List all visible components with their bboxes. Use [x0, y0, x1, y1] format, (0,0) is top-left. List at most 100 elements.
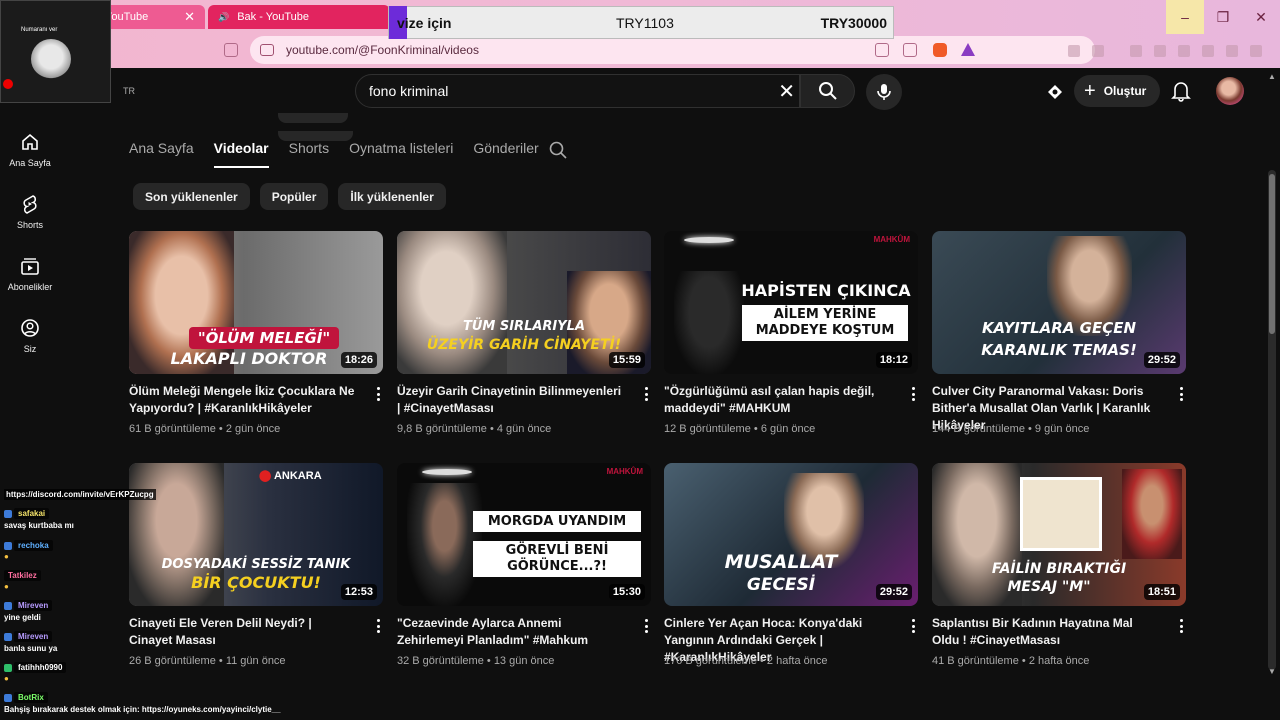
scroll-down-icon[interactable]: ▼: [1268, 667, 1276, 676]
chat-text: savaş kurtbaba mı: [4, 521, 74, 530]
badge-icon: [4, 541, 12, 550]
video-thumbnail[interactable]: MUSALLAT GECESİ 29:52: [664, 463, 918, 606]
more-options-icon[interactable]: [910, 387, 916, 401]
filter-oldest[interactable]: İlk yüklenenler: [338, 183, 446, 210]
video-thumbnail[interactable]: MAHKÛM MORGDA UYANDIM GÖREVLİ BENİ GÖRÜN…: [397, 463, 651, 606]
video-duration: 29:52: [875, 584, 912, 600]
more-options-icon[interactable]: [643, 387, 649, 401]
close-icon[interactable]: ✕: [184, 9, 195, 25]
video-card[interactable]: MUSALLAT GECESİ 29:52 Cinlere Yer Açan H…: [664, 463, 918, 667]
create-button[interactable]: + Oluştur: [1074, 75, 1161, 107]
bookmark-icon[interactable]: [224, 43, 238, 57]
search-input[interactable]: fono kriminal ✕: [355, 74, 800, 108]
extension-icon[interactable]: [1130, 45, 1142, 57]
video-age: 4 gün önce: [496, 423, 552, 435]
more-options-icon[interactable]: [375, 619, 381, 633]
video-card[interactable]: "ÖLÜM MELEĞİ" LAKAPLI DOKTOR 18:26 Ölüm …: [129, 231, 383, 435]
halo-shape: [684, 237, 734, 243]
create-ai-button[interactable]: [1043, 80, 1067, 104]
search-icon: [549, 141, 567, 159]
extension-icon[interactable]: [1202, 45, 1214, 57]
video-age: 6 gün önce: [760, 423, 816, 435]
extension-icon[interactable]: [1250, 45, 1262, 57]
speaker-icon[interactable]: 🔊: [218, 12, 229, 23]
more-options-icon[interactable]: [643, 619, 649, 633]
minimize-icon[interactable]: –: [1166, 0, 1204, 34]
extension-icon[interactable]: [1226, 45, 1238, 57]
video-duration: 18:12: [875, 352, 912, 368]
video-age: 13 gün önce: [493, 655, 555, 667]
more-options-icon[interactable]: [1178, 619, 1184, 633]
close-window-icon[interactable]: ✕: [1242, 0, 1280, 34]
site-info-icon[interactable]: [260, 44, 274, 56]
badge-icon: [4, 509, 12, 518]
notifications-button[interactable]: [1168, 78, 1194, 104]
shorts-icon: [23, 195, 37, 214]
video-thumbnail[interactable]: "ÖLÜM MELEĞİ" LAKAPLI DOKTOR 18:26: [129, 231, 383, 374]
sidebar-item-subscriptions[interactable]: Abonelikler: [0, 256, 60, 292]
video-card[interactable]: TÜM SIRLARIYLA ÜZEYİR GARİH CİNAYETİ! 15…: [397, 231, 651, 435]
chat-text: banla sunu ya: [4, 644, 58, 653]
video-card[interactable]: KAYITLARA GEÇEN KARANLIK TEMAS! 29:52 Cu…: [932, 231, 1186, 435]
video-age: 2 hafta önce: [766, 655, 828, 667]
sidebar-item-you[interactable]: Siz: [0, 318, 60, 354]
channel-search-button[interactable]: [548, 140, 568, 165]
video-meta: 170 B görüntüleme • 2 hafta önce: [664, 655, 828, 667]
video-thumbnail[interactable]: TÜM SIRLARIYLA ÜZEYİR GARİH CİNAYETİ! 15…: [397, 231, 651, 374]
channel-badge: MAHKÛM: [873, 235, 910, 244]
emote-icon: ●: [4, 674, 9, 683]
cast-icon[interactable]: [875, 43, 889, 57]
rewards-icon[interactable]: [961, 43, 975, 56]
video-thumbnail[interactable]: MAHKÛM HAPİSTEN ÇIKINCA AİLEM YERİNE MAD…: [664, 231, 918, 374]
video-title[interactable]: "Özgürlüğümü asıl çalan hapis değil, mad…: [664, 383, 892, 417]
video-duration: 12:53: [340, 584, 377, 600]
video-title[interactable]: "Cezaevinde Aylarca Annemi Zehirlemeyi P…: [397, 615, 625, 649]
video-title[interactable]: Ölüm Meleği Mengele İkiz Çocuklara Ne Ya…: [129, 383, 357, 417]
sidebar-item-shorts[interactable]: Shorts: [0, 194, 60, 230]
more-options-icon[interactable]: [375, 387, 381, 401]
scrollbar-thumb[interactable]: [1269, 174, 1275, 334]
clear-search-icon[interactable]: ✕: [778, 79, 795, 104]
extension-icon[interactable]: [1068, 45, 1080, 57]
avatar[interactable]: [1216, 77, 1244, 105]
more-options-icon[interactable]: [1178, 387, 1184, 401]
chat-message: rechoka: [4, 540, 53, 551]
filter-popular[interactable]: Popüler: [259, 183, 329, 210]
more-options-icon[interactable]: [910, 619, 916, 633]
video-card[interactable]: FAİLİN BIRAKTIĞI MESAJ "M" 18:51 Saplant…: [932, 463, 1186, 667]
search-button[interactable]: [800, 74, 855, 108]
chat-message: fatihhh0990: [4, 662, 67, 673]
video-views: 61 B görüntüleme: [129, 423, 216, 435]
chat-message: Mireven: [4, 600, 53, 611]
extension-icon[interactable]: [1154, 45, 1166, 57]
brave-shield-icon[interactable]: [933, 43, 947, 57]
browser-tab-label: YouTube: [105, 11, 149, 23]
video-card[interactable]: MAHKÛM HAPİSTEN ÇIKINCA AİLEM YERİNE MAD…: [664, 231, 918, 435]
video-card[interactable]: MAHKÛM MORGDA UYANDIM GÖREVLİ BENİ GÖRÜN…: [397, 463, 651, 667]
voice-search-button[interactable]: [866, 74, 902, 110]
thumbnail-caption: MORGDA UYANDIM: [473, 511, 641, 532]
video-title[interactable]: Saplantısı Bir Kadının Hayatına Mal Oldu…: [932, 615, 1160, 649]
video-views: 170 B görüntüleme: [664, 655, 757, 667]
browser-tab-youtube[interactable]: YouTube ✕: [95, 5, 205, 29]
scroll-up-icon[interactable]: ▲: [1268, 72, 1276, 81]
extension-icon[interactable]: [1092, 45, 1104, 57]
video-views: 9,8 B görüntüleme: [397, 423, 487, 435]
thumbnail-caption: KAYITLARA GEÇEN: [981, 319, 1137, 337]
video-thumbnail[interactable]: KAYITLARA GEÇEN KARANLIK TEMAS! 29:52: [932, 231, 1186, 374]
browser-tab-bak[interactable]: 🔊 Bak - YouTube: [208, 5, 390, 29]
tab-playlists[interactable]: Oynatma listeleri: [349, 140, 453, 168]
tab-posts[interactable]: Gönderiler: [473, 140, 538, 168]
video-title[interactable]: Üzeyir Garih Cinayetinin Bilinmeyenleri …: [397, 383, 625, 417]
tab-home[interactable]: Ana Sayfa: [129, 140, 194, 168]
filter-latest[interactable]: Son yüklenenler: [133, 183, 250, 210]
extension-icon[interactable]: [1178, 45, 1190, 57]
share-icon[interactable]: [903, 43, 917, 57]
sidebar-item-home[interactable]: Ana Sayfa: [0, 132, 60, 168]
tab-videos[interactable]: Videolar: [213, 140, 269, 168]
video-thumbnail[interactable]: FAİLİN BIRAKTIĞI MESAJ "M" 18:51: [932, 463, 1186, 606]
thumbnail-caption: GÖREVLİ BENİ GÖRÜNCE...?!: [473, 541, 641, 577]
tab-shorts[interactable]: Shorts: [289, 140, 329, 168]
restore-icon[interactable]: ❐: [1204, 0, 1242, 34]
scrollbar[interactable]: [1268, 170, 1276, 670]
